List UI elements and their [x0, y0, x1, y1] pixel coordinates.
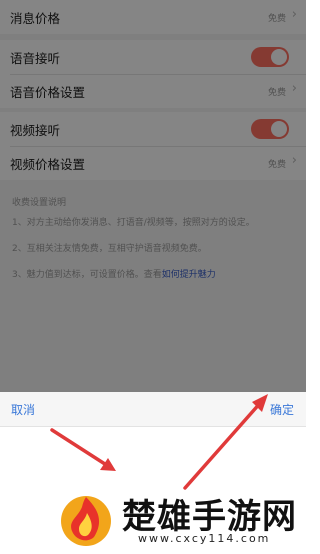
watermark-title: 楚雄手游网: [122, 497, 297, 537]
app-screen: 消息价格 免费 › 语音接听 语音价格设置 免费 › 视频接听 视频价格设置 免…: [0, 0, 306, 554]
watermark-url: www.cxcy114.com: [138, 532, 271, 545]
arrow-shaft: [50, 428, 110, 468]
arrow-head: [100, 458, 116, 471]
annotation-arrows: [50, 394, 268, 490]
arrow-shaft: [183, 399, 264, 490]
arrow-left: [50, 428, 116, 471]
arrow-to-confirm: [183, 394, 268, 490]
flame-logo-icon: [61, 496, 111, 546]
watermark: 楚雄手游网 www.cxcy114.com: [58, 487, 302, 551]
